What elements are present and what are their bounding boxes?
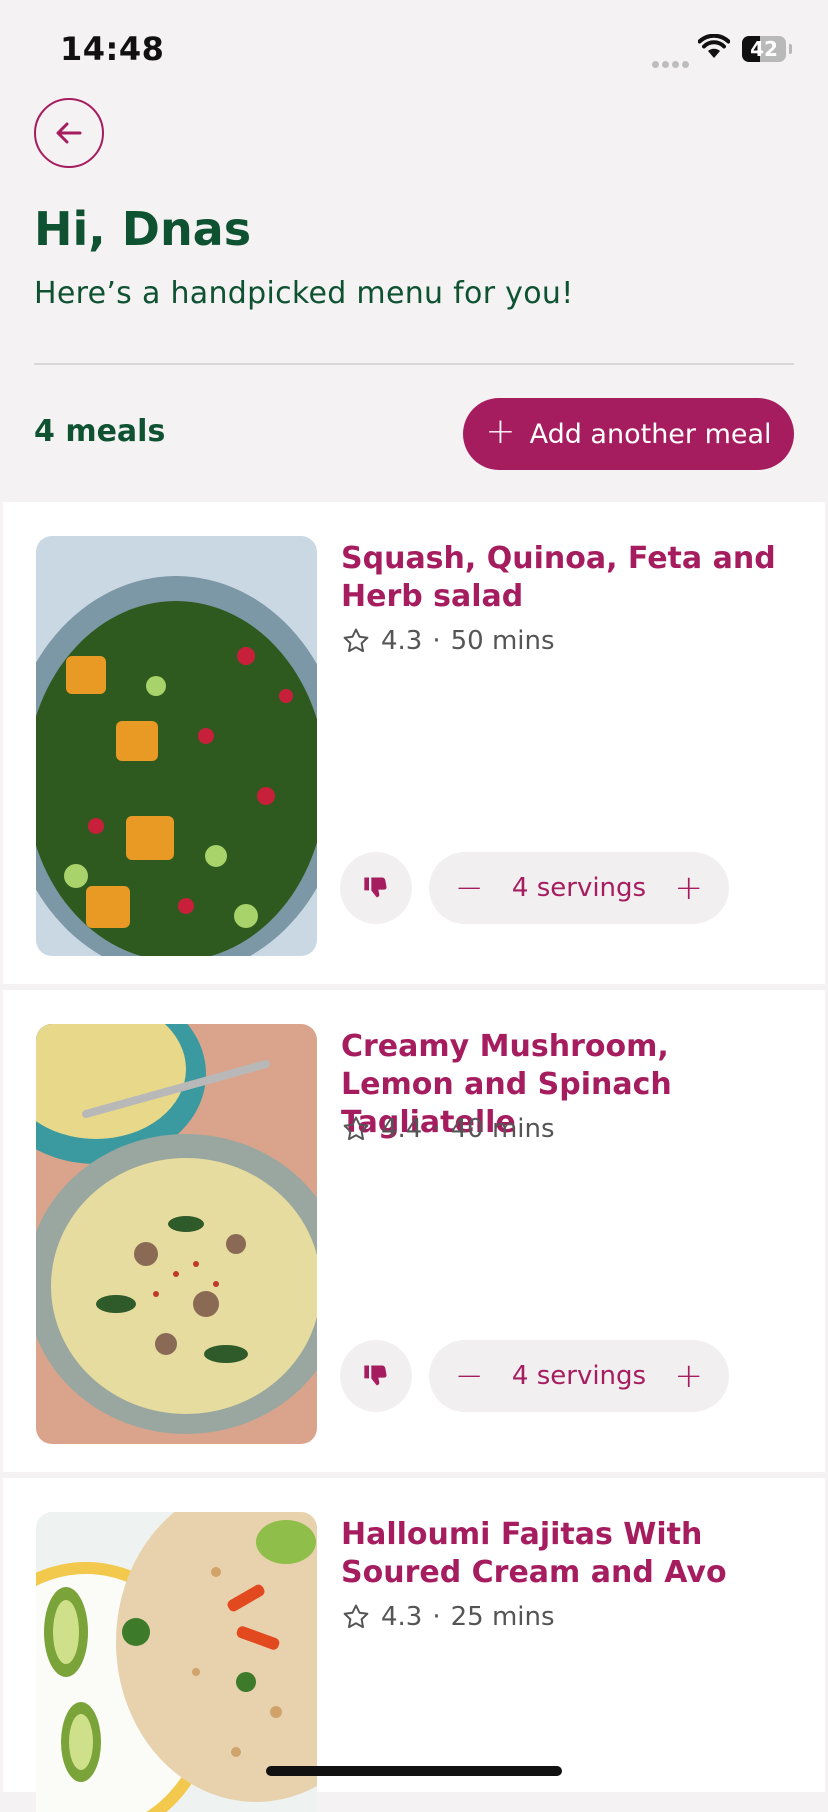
thumbs-down-icon — [364, 877, 387, 898]
status-bar: 14:48 42 — [0, 0, 828, 100]
add-meal-button[interactable]: + Add another meal — [463, 398, 794, 470]
wifi-icon — [698, 34, 730, 58]
servings-stepper: − 4 servings + — [429, 1340, 729, 1412]
meal-count: 4 meals — [34, 414, 166, 449]
recipe-meta: 4.3 · 50 mins — [341, 626, 555, 656]
increase-servings-button[interactable]: + — [675, 1359, 704, 1393]
divider — [34, 363, 794, 365]
back-button[interactable] — [34, 98, 104, 168]
status-time: 14:48 — [60, 30, 165, 68]
increase-servings-button[interactable]: + — [675, 871, 704, 905]
decrease-servings-button[interactable]: − — [455, 1359, 484, 1393]
recipe-meta: 4.3 · 25 mins — [341, 1602, 555, 1632]
page-title: Hi, Dnas — [34, 202, 252, 256]
recipe-meta: 4.4 · 40 mins — [341, 1114, 555, 1144]
recipe-rating: 4.4 — [381, 1114, 423, 1144]
recipe-title[interactable]: Halloumi Fajitas With Soured Cream and A… — [341, 1516, 781, 1592]
servings-stepper: − 4 servings + — [429, 852, 729, 924]
star-icon — [343, 1604, 369, 1629]
star-icon — [343, 1116, 369, 1141]
recipe-card[interactable]: Halloumi Fajitas With Soured Cream and A… — [3, 1478, 825, 1812]
recipe-duration: 40 mins — [450, 1114, 555, 1144]
recipe-rating: 4.3 — [381, 626, 423, 656]
recipe-title[interactable]: Squash, Quinoa, Feta and Herb salad — [341, 540, 781, 616]
recipe-card[interactable]: Creamy Mushroom, Lemon and Spinach Tagli… — [3, 990, 825, 1472]
thumbs-down-icon — [364, 1365, 387, 1386]
meta-separator: · — [432, 1602, 441, 1632]
page-subtitle: Here’s a handpicked menu for you! — [34, 276, 574, 311]
recipe-duration: 50 mins — [450, 626, 555, 656]
meta-separator: · — [432, 1114, 441, 1144]
plus-icon: + — [485, 411, 516, 452]
recipe-image[interactable] — [36, 536, 317, 956]
add-meal-label: Add another meal — [529, 418, 772, 450]
recipe-rating: 4.3 — [381, 1602, 423, 1632]
recipe-card[interactable]: Squash, Quinoa, Feta and Herb salad 4.3 … — [3, 502, 825, 984]
servings-value: 4 servings — [511, 873, 647, 903]
home-indicator[interactable] — [266, 1766, 562, 1776]
meta-separator: · — [432, 626, 441, 656]
recipe-image[interactable] — [36, 1024, 317, 1444]
battery-level: 42 — [750, 37, 778, 61]
star-icon — [343, 628, 369, 653]
back-arrow-icon — [56, 122, 82, 144]
cellular-signal-icon — [652, 53, 692, 72]
battery-icon: 42 — [742, 36, 786, 62]
recipe-duration: 25 mins — [450, 1602, 555, 1632]
servings-value: 4 servings — [511, 1361, 647, 1391]
dislike-button[interactable] — [340, 852, 412, 924]
dislike-button[interactable] — [340, 1340, 412, 1412]
battery-cap — [789, 44, 792, 54]
decrease-servings-button[interactable]: − — [455, 871, 484, 905]
